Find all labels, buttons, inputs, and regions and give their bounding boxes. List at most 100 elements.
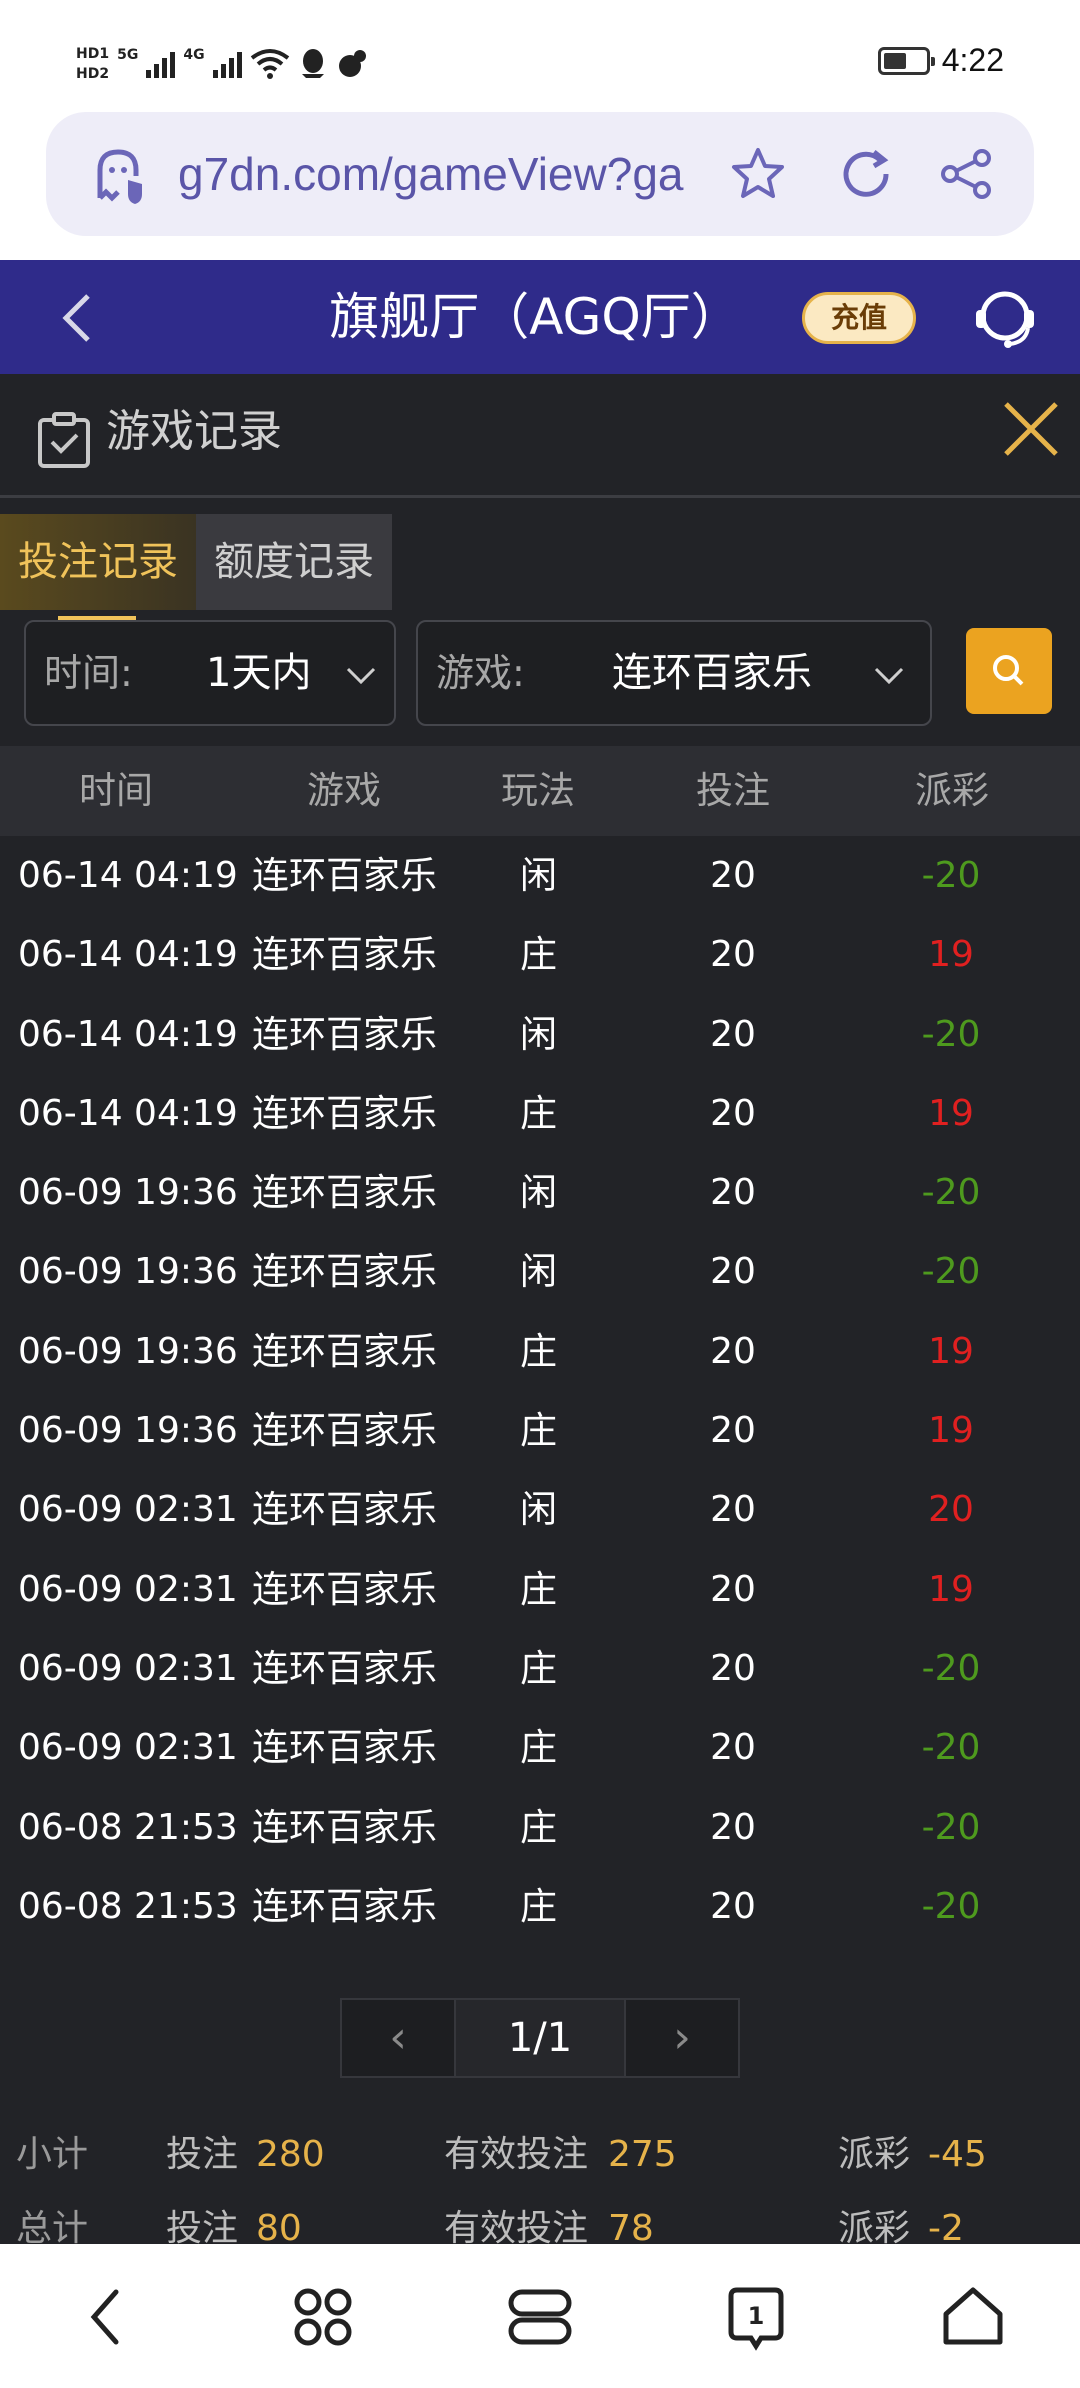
row-game: 连环百家乐 <box>252 1329 437 1373</box>
qq-icon <box>301 49 324 78</box>
row-game: 连环百家乐 <box>252 1409 437 1453</box>
row-play: 庄 <box>520 1805 557 1849</box>
row-time: 06-08 21:53 <box>18 1885 238 1927</box>
nav-menu-icon[interactable] <box>505 2282 575 2352</box>
page-title-text: 旗舰厅（AGQ厅） <box>329 288 741 346</box>
row-play: 庄 <box>520 1567 557 1611</box>
row-payout: 19 <box>928 1568 974 1610</box>
subtotal-valid-value: 275 <box>608 2134 677 2175</box>
pagination: ‹ 1/1 › <box>340 1998 740 2078</box>
close-icon[interactable] <box>1000 398 1062 460</box>
row-time: 06-14 04:19 <box>18 1092 238 1134</box>
chevron-down-icon <box>346 667 376 685</box>
nav-home-icon[interactable] <box>938 2282 1008 2352</box>
battery-icon <box>877 46 935 75</box>
table-row: 06-08 21:53 连环百家乐 庄 20 -20 <box>0 1867 1080 1946</box>
game-filter-label: 游戏: <box>436 651 525 695</box>
table-header: 时间 游戏 玩法 投注 派彩 <box>0 746 1080 836</box>
subtotal-bet-value: 280 <box>256 2134 325 2175</box>
th-time: 时间 <box>79 769 153 812</box>
row-play: 庄 <box>520 1409 557 1453</box>
row-play: 闲 <box>520 1250 557 1294</box>
row-time: 06-08 21:53 <box>18 1806 238 1848</box>
clock: 4:22 <box>941 42 1004 78</box>
share-icon[interactable] <box>936 144 996 204</box>
app-icon <box>338 50 366 77</box>
row-bet: 20 <box>710 1885 756 1927</box>
table-row: 06-09 19:36 连环百家乐 庄 20 19 <box>0 1391 1080 1470</box>
row-time: 06-09 19:36 <box>18 1172 238 1214</box>
th-bet: 投注 <box>696 769 770 812</box>
row-payout: -20 <box>921 1172 981 1214</box>
time-filter-value: 1天内 <box>206 650 312 696</box>
search-button[interactable] <box>966 628 1052 714</box>
row-play: 闲 <box>520 1488 557 1532</box>
table-row: 06-09 02:31 连环百家乐 庄 20 19 <box>0 1550 1080 1629</box>
table-row: 06-14 04:19 连环百家乐 闲 20 -20 <box>0 836 1080 915</box>
clipboard-check-icon <box>38 412 90 468</box>
row-bet: 20 <box>710 1647 756 1689</box>
search-icon <box>993 655 1024 686</box>
row-bet: 20 <box>710 934 756 976</box>
game-filter-select[interactable]: 游戏: 连环百家乐 <box>416 620 932 726</box>
recharge-button[interactable]: 充值 <box>802 292 916 344</box>
prev-page-button[interactable]: ‹ <box>342 2000 454 2076</box>
row-play: 庄 <box>520 1091 557 1135</box>
system-nav-bar: 1 <box>0 2244 1080 2388</box>
th-payout: 派彩 <box>915 769 989 812</box>
page-indicator: 1/1 <box>454 2000 626 2076</box>
row-play: 庄 <box>520 1726 557 1770</box>
table-row: 06-08 21:53 连环百家乐 庄 20 -20 <box>0 1788 1080 1867</box>
status-right: 4:22 <box>877 42 1004 79</box>
row-game: 连环百家乐 <box>252 1488 437 1532</box>
table-row: 06-14 04:19 连环百家乐 庄 20 19 <box>0 915 1080 994</box>
nav-back-icon[interactable] <box>72 2282 142 2352</box>
url-text[interactable]: g7dn.com/gameView?ga <box>178 144 738 204</box>
row-bet: 20 <box>710 1410 756 1452</box>
subtotal-bet-key: 投注 <box>166 2134 239 2175</box>
panel-header: 游戏记录 <box>0 374 1080 498</box>
row-bet: 20 <box>710 1092 756 1134</box>
row-bet: 20 <box>710 1330 756 1372</box>
table-row: 06-09 02:31 连环百家乐 庄 20 -20 <box>0 1708 1080 1787</box>
star-icon[interactable] <box>728 144 788 204</box>
browser-url-bar[interactable]: g7dn.com/gameView?ga <box>46 112 1034 236</box>
next-page-button[interactable]: › <box>626 2000 738 2076</box>
row-payout: -20 <box>921 1806 981 1848</box>
row-time: 06-14 04:19 <box>18 934 238 976</box>
row-game: 连环百家乐 <box>252 1091 437 1135</box>
row-play: 庄 <box>520 1646 557 1690</box>
record-tabs: 投注记录 额度记录 <box>0 514 392 620</box>
ghost-lock-icon[interactable] <box>90 146 150 206</box>
nav-tabs-icon[interactable]: 1 <box>721 2282 791 2352</box>
nav-apps-icon[interactable] <box>288 2282 358 2352</box>
status-left: HD1 HD2 5G 4G <box>76 36 368 92</box>
refresh-icon[interactable] <box>836 144 896 204</box>
game-filter-value: 连环百家乐 <box>612 650 812 696</box>
row-game: 连环百家乐 <box>252 1726 437 1770</box>
table-row: 06-09 02:31 连环百家乐 庄 20 -20 <box>0 1629 1080 1708</box>
net2-label: 4G <box>183 47 205 63</box>
row-bet: 20 <box>710 1172 756 1214</box>
row-bet: 20 <box>710 1568 756 1610</box>
row-play: 庄 <box>520 1884 557 1928</box>
panel-title: 游戏记录 <box>106 406 282 457</box>
row-play: 庄 <box>520 1329 557 1373</box>
row-payout: 19 <box>928 1092 974 1134</box>
row-time: 06-09 02:31 <box>18 1727 238 1769</box>
row-bet: 20 <box>710 1489 756 1531</box>
row-time: 06-09 19:36 <box>18 1251 238 1293</box>
net1-label: 5G <box>117 47 139 63</box>
table-row: 06-09 19:36 连环百家乐 闲 20 -20 <box>0 1232 1080 1311</box>
tab-bet-records[interactable]: 投注记录 <box>0 514 196 620</box>
row-time: 06-09 19:36 <box>18 1410 238 1452</box>
customer-service-icon[interactable] <box>970 284 1040 354</box>
status-bar: HD1 HD2 5G 4G 4:22 <box>0 0 1080 110</box>
row-time: 06-09 02:31 <box>18 1647 238 1689</box>
nav-tab-count: 1 <box>748 2302 765 2330</box>
tab-credit-records[interactable]: 额度记录 <box>196 514 392 610</box>
th-play: 玩法 <box>501 769 575 812</box>
time-filter-select[interactable]: 时间: 1天内 <box>24 620 396 726</box>
row-time: 06-09 02:31 <box>18 1568 238 1610</box>
row-payout: 19 <box>928 934 974 976</box>
